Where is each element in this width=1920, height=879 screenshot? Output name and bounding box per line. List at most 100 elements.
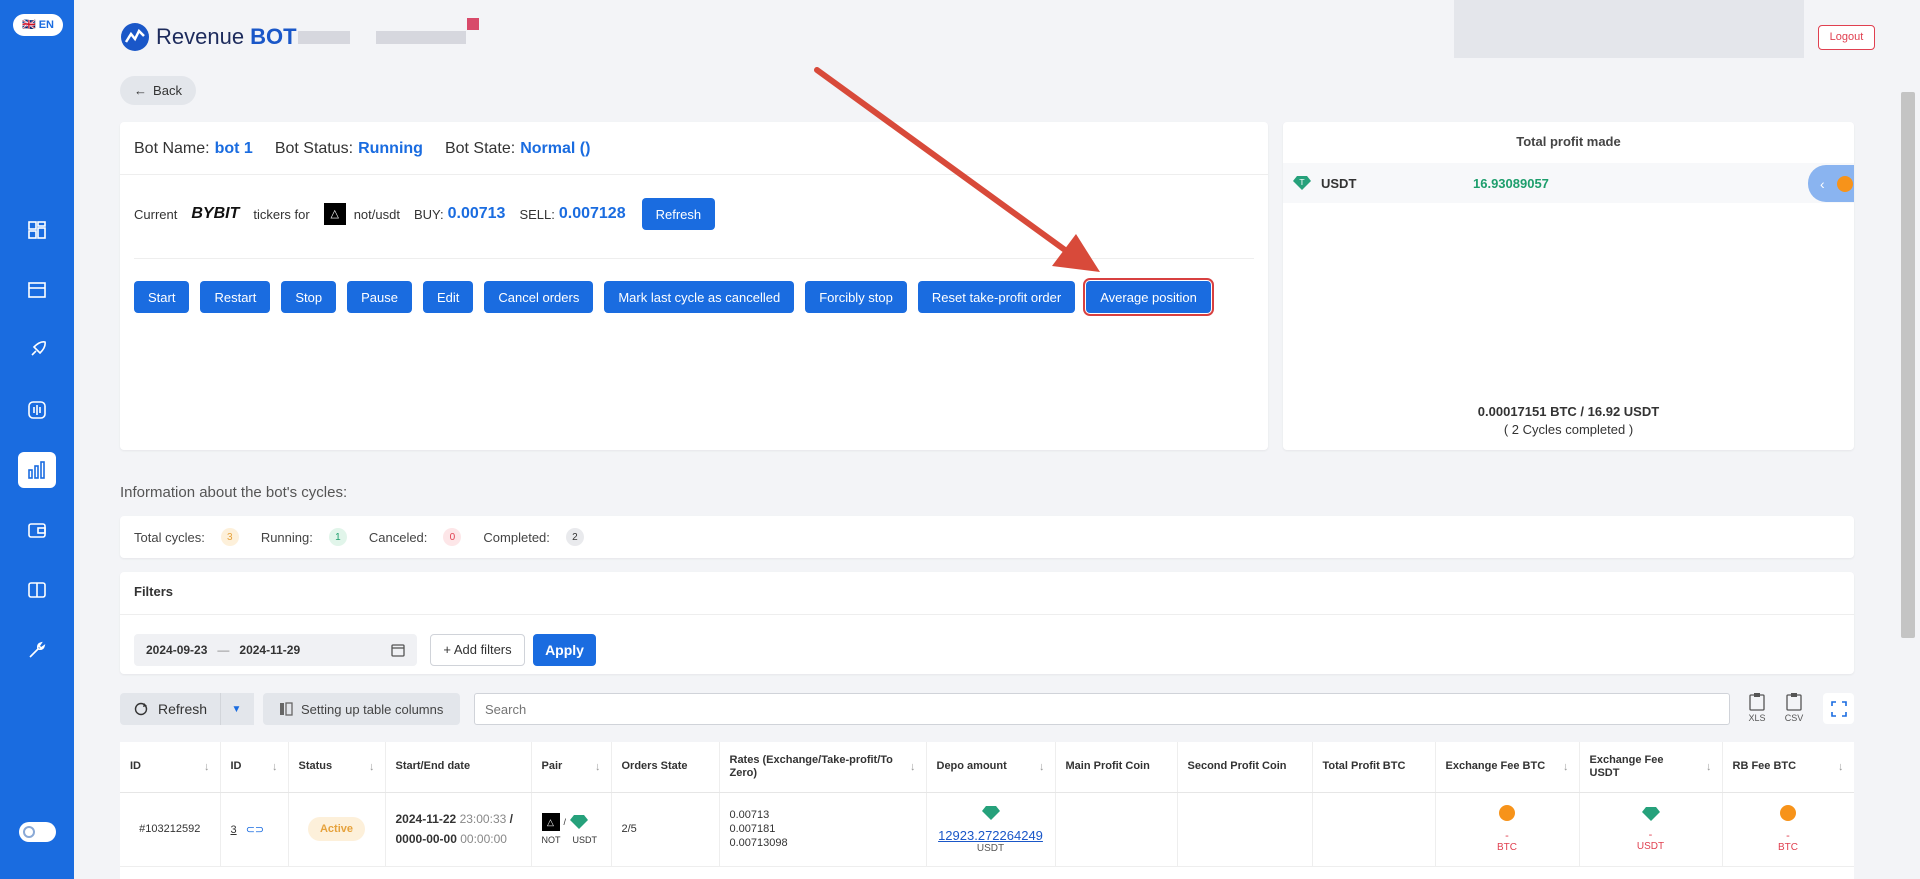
cell-exchange-fee-btc: - BTC: [1435, 792, 1580, 867]
statistics-icon[interactable]: [18, 452, 56, 488]
average-position-button[interactable]: Average position: [1083, 278, 1214, 316]
start-date: 2024-11-22: [395, 812, 457, 826]
search-input[interactable]: [474, 693, 1730, 725]
refresh-dropdown[interactable]: ▼: [220, 693, 252, 725]
sort-icon: ↓: [1838, 761, 1844, 773]
book-icon[interactable]: [18, 572, 56, 608]
running-badge: 1: [328, 528, 347, 546]
logo-text: Revenue: [156, 24, 245, 49]
current-label: Current: [134, 206, 178, 222]
wallet-icon[interactable]: [18, 512, 56, 548]
csv-label: CSV: [1784, 713, 1804, 723]
bitcoin-icon: [1780, 805, 1796, 821]
cycles-table: ID ↓ ID ↓ Status ↓ Start/End date Pair ↓ Ord…: [120, 742, 1854, 879]
cell-main-profit: [1055, 792, 1178, 867]
col-pair[interactable]: Pair ↓: [531, 742, 612, 793]
tether-icon: T: [1293, 176, 1311, 190]
add-filters-button[interactable]: + Add filters: [430, 634, 525, 666]
ticker-row: Current BYBIT tickers for △ not/usdt BUY…: [134, 198, 716, 230]
bot-status-label: Bot Status:: [274, 140, 354, 157]
col-dates[interactable]: Start/End date: [385, 742, 532, 793]
buy-price: 0.00713: [447, 205, 506, 222]
apply-button[interactable]: Apply: [533, 634, 596, 666]
cell-rb-fee-btc: - BTC: [1722, 792, 1854, 867]
canceled-label: Canceled:: [368, 529, 428, 545]
col-label: Orders State: [621, 760, 688, 773]
cancel-orders-button[interactable]: Cancel orders: [484, 281, 594, 313]
store-icon[interactable]: [18, 272, 56, 308]
pause-button[interactable]: Pause: [347, 281, 412, 313]
col-rb-fee-btc[interactable]: RB Fee BTC ↓: [1722, 742, 1854, 793]
date-from: 2024-09-23: [146, 643, 208, 657]
tether-icon: [1641, 807, 1660, 821]
dashboard-icon[interactable]: [18, 212, 56, 248]
cell-cycle[interactable]: 3 ⊂⊃: [220, 792, 289, 867]
signals-icon[interactable]: [18, 392, 56, 428]
col-label: Pair: [541, 760, 563, 773]
columns-settings-button[interactable]: Setting up table columns: [263, 693, 460, 725]
col-exchange-fee-usdt[interactable]: Exchange Fee USDT ↓: [1579, 742, 1723, 793]
ticker-refresh-button[interactable]: Refresh: [641, 198, 716, 230]
stop-button[interactable]: Stop: [281, 281, 337, 313]
scrollbar-thumb[interactable]: [1901, 92, 1915, 638]
sell-label: SELL:: [519, 206, 555, 222]
xls-export-button[interactable]: XLS: [1742, 693, 1772, 729]
rocket-icon[interactable]: [18, 332, 56, 368]
profit-card: Total profit made T USDT 16.93089057 ‹ 0…: [1283, 122, 1854, 450]
back-button[interactable]: ← Back: [120, 76, 196, 105]
redacted-username: [298, 31, 350, 44]
cycle-link[interactable]: 3: [231, 824, 237, 836]
not-coin-icon: △: [323, 203, 346, 225]
bot-header: Bot Name: bot 1 Bot Status: Running Bot St…: [134, 140, 590, 158]
logout-button[interactable]: Logout: [1818, 25, 1875, 50]
table-row[interactable]: #103212592 3 ⊂⊃ Active 2024-11-22 23:00:…: [120, 792, 1854, 867]
bot-actions: Start Restart Stop Pause Edit Cancel ord…: [134, 278, 1214, 316]
col-id[interactable]: ID ↓: [120, 742, 221, 793]
col-label: ID: [130, 760, 141, 773]
fee-coin: BTC: [1778, 842, 1798, 853]
link-icon[interactable]: ⊂⊃: [246, 824, 264, 836]
forcibly-stop-button[interactable]: Forcibly stop: [805, 281, 907, 313]
col-rates[interactable]: Rates (Exchange/Take-profit/To Zero) ↓: [719, 742, 927, 793]
col-total-profit-btc[interactable]: Total Profit BTC: [1312, 742, 1436, 793]
reset-take-profit-button[interactable]: Reset take-profit order: [917, 281, 1076, 313]
depo-coin: USDT: [976, 842, 1005, 854]
csv-export-button[interactable]: CSV: [1779, 693, 1809, 729]
rate-exchange: 0.00713: [729, 809, 770, 821]
depo-amount[interactable]: 12923.272264249: [937, 828, 1045, 843]
col-second-profit[interactable]: Second Profit Coin: [1177, 742, 1313, 793]
pair-label: not/usdt: [353, 206, 400, 222]
col-main-profit[interactable]: Main Profit Coin: [1055, 742, 1178, 793]
col-orders-state[interactable]: Orders State: [611, 742, 720, 793]
col-exchange-fee-btc[interactable]: Exchange Fee BTC ↓: [1435, 742, 1580, 793]
columns-icon: [280, 702, 293, 716]
fullscreen-button[interactable]: [1823, 693, 1854, 724]
divider: [134, 258, 1254, 259]
date-range-picker[interactable]: 2024-09-23 — 2024-11-29: [134, 634, 417, 666]
clipboard-icon: [1749, 693, 1765, 711]
buy-label: BUY:: [413, 206, 444, 222]
col-status[interactable]: Status ↓: [288, 742, 386, 793]
status-badge: Active: [307, 817, 366, 841]
logo-bold: BOT: [250, 24, 297, 49]
expand-icon: [1830, 700, 1847, 717]
profit-carousel-nav[interactable]: ‹: [1808, 165, 1854, 202]
cycles-heading: Information about the bot's cycles:: [120, 484, 348, 501]
tickers-for-label: tickers for: [253, 206, 310, 222]
mark-cancelled-button[interactable]: Mark last cycle as cancelled: [604, 281, 795, 313]
theme-toggle[interactable]: [19, 822, 56, 842]
col-depo[interactable]: Depo amount ↓: [926, 742, 1056, 793]
language-switch[interactable]: 🇬🇧 EN: [13, 14, 63, 36]
bot-name: bot 1: [214, 140, 253, 157]
edit-button[interactable]: Edit: [423, 281, 474, 313]
logo[interactable]: Revenue BOT: [120, 22, 297, 52]
wrench-icon[interactable]: [18, 632, 56, 668]
col-cycle-id[interactable]: ID ↓: [220, 742, 289, 793]
cell-dates: 2024-11-22 23:00:33 / 0000-00-00 00:00:0…: [385, 792, 532, 867]
fee-coin: USDT: [1636, 841, 1665, 852]
start-button[interactable]: Start: [134, 281, 190, 313]
bitcoin-icon: [1836, 175, 1853, 192]
rate-take-profit: 0.007181: [729, 823, 776, 835]
restart-button[interactable]: Restart: [200, 281, 271, 313]
total-cycles-label: Total cycles:: [134, 529, 205, 545]
